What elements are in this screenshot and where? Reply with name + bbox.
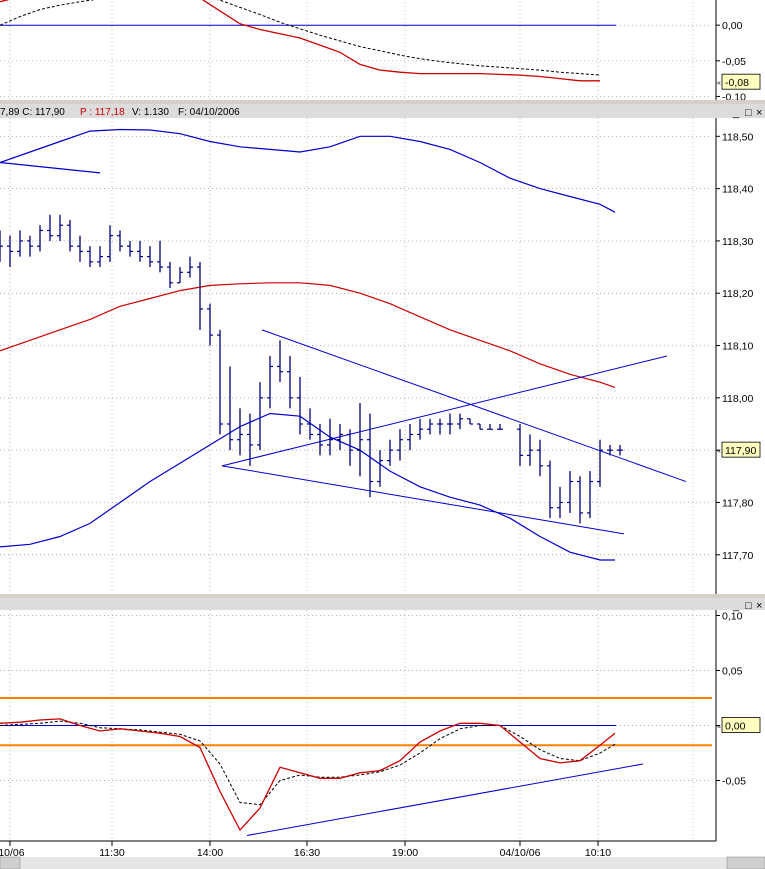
scroll-strip[interactable] — [0, 857, 765, 869]
restore-icon[interactable]: □ — [745, 600, 752, 612]
price-current-value: 117,90 — [725, 445, 756, 457]
close-icon[interactable]: × — [756, 600, 762, 612]
f-label: F: 04/10/2006 — [178, 107, 240, 118]
price-ytick-label: 118,40 — [722, 184, 753, 196]
panel-splitter[interactable] — [0, 100, 765, 104]
top-ytick-label: 0,00 — [722, 20, 743, 32]
close-icon[interactable]: × — [756, 107, 762, 119]
bottom-current-value: 0,00 — [725, 721, 746, 733]
panel-splitter[interactable] — [0, 594, 765, 598]
top-current-value: -0,08 — [725, 77, 749, 89]
price-ytick-label: 118,20 — [722, 288, 753, 300]
top-current-marker: « — [717, 80, 721, 87]
v-label: V: 1.130 — [132, 107, 169, 118]
price-ytick-label: 117,80 — [722, 497, 753, 509]
bottom-ytick-label: 0,10 — [722, 611, 743, 623]
minimize-icon[interactable]: _ — [732, 107, 740, 119]
bottom-current-marker: « — [717, 724, 721, 731]
price-ytick-label: 118,50 — [722, 131, 753, 143]
p-label: P : 117,18 — [80, 107, 125, 118]
price-ytick-label: 118,10 — [722, 341, 753, 353]
chart-window: 0,050,00-0,05-0,10-0,08« 118,50118,40118… — [0, 0, 765, 869]
price-ytick-label: 118,30 — [722, 236, 753, 248]
top-ytick-label: -0,05 — [722, 56, 746, 68]
ohlc-prefix: 7,89 C: 117,90 — [0, 107, 65, 118]
price-current-marker: « — [717, 448, 721, 455]
price-window-controls: _ □ × — [732, 107, 762, 119]
bottom-ytick-label: 0,05 — [722, 666, 743, 678]
price-ytick-label: 117,70 — [722, 550, 753, 562]
scroll-left-button[interactable] — [0, 856, 21, 869]
scroll-right-button[interactable] — [726, 856, 765, 869]
price-ytick-label: 118,00 — [722, 393, 753, 405]
bottom-panel-header — [0, 598, 765, 610]
restore-icon[interactable]: □ — [745, 107, 752, 119]
bottom-ytick-label: -0,05 — [722, 776, 746, 788]
